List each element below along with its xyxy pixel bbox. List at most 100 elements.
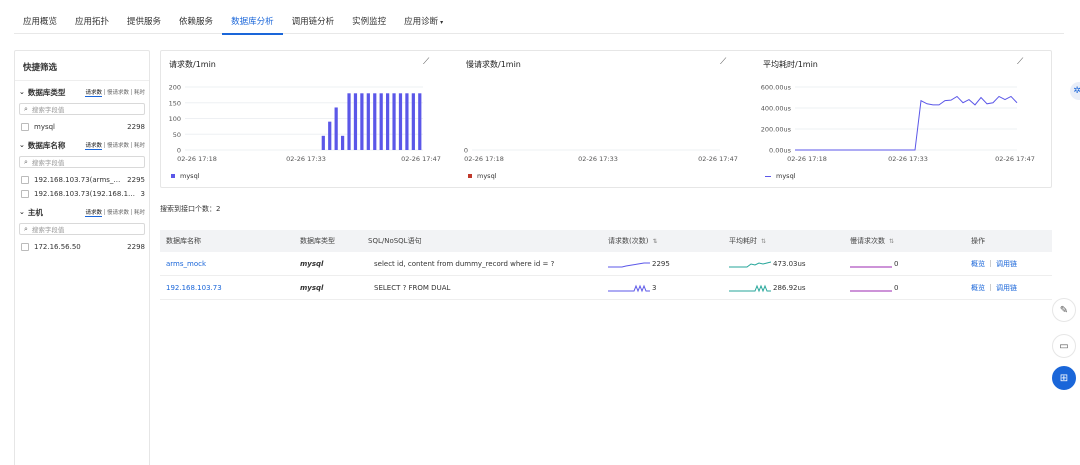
y-tick-label: 600.00us — [761, 84, 792, 92]
feedback-icon[interactable]: ▭ — [1052, 334, 1076, 358]
requests-value: 2295 — [652, 259, 670, 268]
chart-legend[interactable]: mysql — [765, 172, 796, 180]
y-tick-label: 150 — [169, 99, 181, 107]
filter-group-db-type: ⌄ 数据库类型 请求数 慢请求数 耗时 ⌕ 搜索字段值 mysql 2298 — [15, 83, 149, 134]
expand-handle-icon[interactable]: ✲ — [1070, 82, 1080, 100]
avg-value: 473.03us — [773, 259, 806, 268]
legend-label: mysql — [477, 172, 497, 180]
search-input[interactable]: ⌕ 搜索字段值 — [19, 223, 145, 235]
db-name-link[interactable]: 192.168.103.73 — [160, 284, 300, 292]
checkbox[interactable] — [21, 243, 29, 251]
metric-tab-time[interactable]: 耗时 — [134, 208, 145, 216]
edit-icon[interactable]: ✎ — [1052, 298, 1076, 322]
y-tick-label: 50 — [173, 131, 181, 139]
bar — [386, 93, 390, 150]
sort-icon[interactable]: ⇅ — [652, 238, 657, 245]
legend-swatch — [171, 174, 175, 178]
tab-dependent-services[interactable]: 依赖服务 — [170, 8, 222, 34]
x-tick-label: 02-26 17:18 — [177, 155, 217, 163]
col-header-sortable[interactable]: 慢请求次数 ⇅ — [850, 236, 971, 246]
metric-tab-slow[interactable]: 慢请求数 — [107, 88, 129, 96]
filter-item-label: 172.16.56.50 — [34, 243, 81, 251]
apps-grid-icon[interactable]: ⊞ — [1052, 366, 1076, 390]
metric-tab-slow[interactable]: 慢请求数 — [107, 141, 129, 149]
tab-topology[interactable]: 应用拓扑 — [66, 8, 118, 34]
y-tick-label: 400.00us — [761, 105, 792, 113]
search-icon: ⌕ — [24, 224, 28, 233]
checkbox[interactable] — [21, 190, 29, 198]
metric-tab-slow[interactable]: 慢请求数 — [107, 208, 129, 216]
tab-database-analysis[interactable]: 数据库分析 — [222, 8, 283, 35]
bar — [411, 93, 415, 150]
bar — [353, 93, 358, 150]
y-tick-label: 0 — [464, 147, 468, 155]
col-header: SQL/NoSQL语句 — [368, 237, 422, 245]
sort-icon[interactable]: ⇅ — [761, 238, 766, 245]
result-count: 搜索到接口个数：2 — [160, 205, 221, 213]
trace-link[interactable]: 调用链 — [996, 283, 1017, 293]
sparkline — [850, 290, 892, 291]
trace-link[interactable]: 调用链 — [996, 259, 1017, 269]
filter-item[interactable]: 172.16.56.50 2298 — [19, 240, 145, 254]
y-tick-label: 200.00us — [761, 126, 792, 134]
metric-tab-requests[interactable]: 请求数 — [85, 141, 102, 150]
slow-cell: 0 — [850, 259, 971, 269]
filter-item[interactable]: 192.168.103.73(arms_mock)2295 — [19, 173, 145, 187]
metric-tab-requests[interactable]: 请求数 — [85, 208, 102, 217]
sparkline — [729, 284, 771, 292]
filter-item-count: 2295 — [127, 176, 145, 184]
db-name-link[interactable]: arms_mock — [160, 260, 300, 268]
quick-filter-panel: 快捷筛选 ⌄ 数据库类型 请求数 慢请求数 耗时 ⌕ 搜索字段值 mysql 2298… — [14, 50, 150, 465]
metric-tabs: 请求数 慢请求数 耗时 — [85, 88, 145, 97]
overview-link[interactable]: 概览 — [971, 259, 985, 269]
filter-item-label: 192.168.103.73(192.168.103.73) — [34, 190, 138, 198]
sparkline — [850, 266, 892, 267]
x-tick-label: 02-26 17:33 — [578, 155, 618, 163]
x-tick-label: 02-26 17:47 — [698, 155, 738, 163]
legend-label: mysql — [776, 172, 796, 180]
col-header: 数据库名称 — [166, 237, 201, 245]
tab-trace-analysis[interactable]: 调用链分析 — [283, 8, 344, 34]
col-header: 数据库类型 — [300, 237, 335, 245]
tab-app-diagnosis[interactable]: 应用诊断 ▾ — [395, 8, 452, 34]
x-tick-label: 02-26 17:18 — [464, 155, 504, 163]
col-header-sortable[interactable]: 平均耗时 ⇅ — [729, 236, 850, 246]
tab-overview[interactable]: 应用概览 — [14, 8, 66, 34]
col-header-label: 请求数(次数) — [608, 237, 649, 245]
slow-cell: 0 — [850, 283, 971, 293]
checkbox[interactable] — [21, 176, 29, 184]
chart-legend[interactable]: mysql — [468, 172, 497, 180]
chart-legend[interactable]: mysql — [171, 172, 200, 180]
tab-app-diagnosis-label: 应用诊断 — [404, 17, 439, 27]
group-title[interactable]: ⌄ 主机 — [19, 207, 43, 218]
chevron-down-icon: ⌄ — [19, 141, 25, 149]
search-input[interactable]: ⌕ 搜索字段值 — [19, 156, 145, 168]
overview-link[interactable]: 概览 — [971, 283, 985, 293]
col-header-sortable[interactable]: 请求数(次数) ⇅ — [608, 236, 729, 246]
bar — [360, 93, 364, 150]
checkbox[interactable] — [21, 123, 29, 131]
y-tick-label: 0.00us — [769, 147, 792, 155]
chevron-down-icon: ⌄ — [19, 208, 25, 216]
bar — [405, 93, 409, 150]
filter-item[interactable]: mysql 2298 — [19, 120, 145, 134]
metric-tab-requests[interactable]: 请求数 — [85, 88, 102, 97]
legend-swatch — [468, 174, 472, 178]
group-title[interactable]: ⌄ 数据库名称 — [19, 140, 65, 151]
chart-plot: 002-26 17:18 02-26 17:33 02-26 17:47 — [464, 147, 738, 164]
filter-item-count: 2298 — [127, 123, 145, 131]
x-tick-label: 02-26 17:33 — [286, 155, 326, 163]
filter-item[interactable]: 192.168.103.73(192.168.103.73)3 — [19, 187, 145, 201]
sort-icon[interactable]: ⇅ — [889, 238, 894, 245]
chart-plot: 600.00us 400.00us 200.00us 0.00us02-26 17:1… — [761, 84, 1035, 164]
group-title[interactable]: ⌄ 数据库类型 — [19, 87, 65, 98]
tab-provided-services[interactable]: 提供服务 — [118, 8, 170, 34]
tab-instance-monitor[interactable]: 实例监控 — [343, 8, 395, 34]
requests-cell: 3 — [608, 283, 729, 293]
requests-cell: 2295 — [608, 259, 729, 269]
table-row: arms_mock mysql select id, content from … — [160, 252, 1052, 276]
metric-tab-time[interactable]: 耗时 — [134, 88, 145, 96]
search-input[interactable]: ⌕ 搜索字段值 — [19, 103, 145, 115]
db-type: mysql — [300, 259, 324, 268]
metric-tab-time[interactable]: 耗时 — [134, 141, 145, 149]
